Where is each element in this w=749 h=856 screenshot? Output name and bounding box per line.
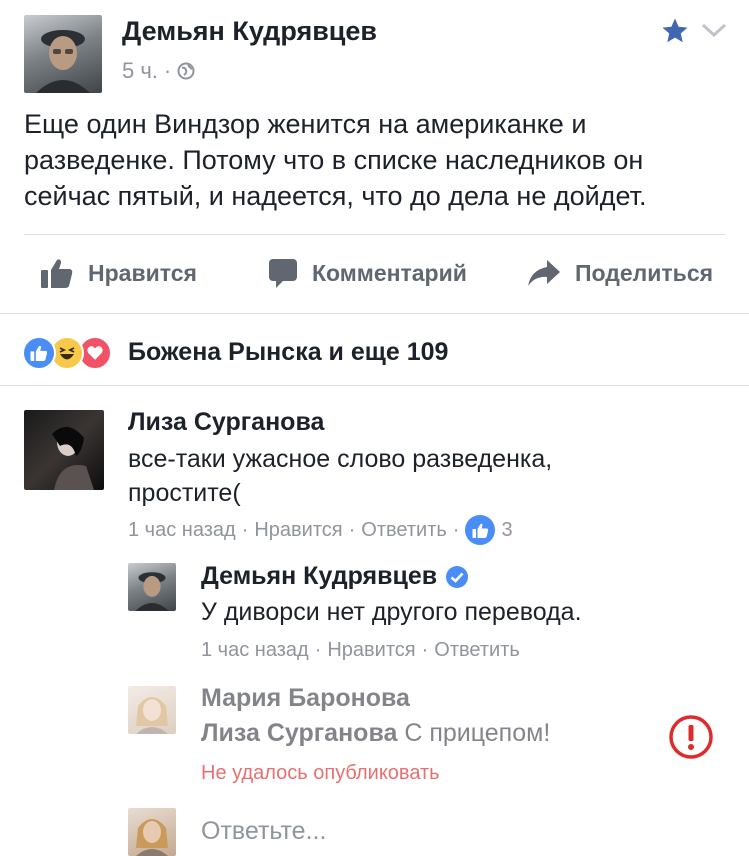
comment-author[interactable]: Лиза Сурганова bbox=[128, 408, 324, 437]
globe-icon bbox=[177, 62, 195, 80]
divider bbox=[24, 234, 725, 235]
post-author-avatar[interactable] bbox=[24, 15, 102, 93]
comment-like-link[interactable]: Нравится bbox=[254, 519, 342, 542]
meta-separator: · bbox=[421, 639, 429, 661]
post-time[interactable]: 5 ч. bbox=[122, 58, 158, 84]
mention-link[interactable]: Лиза Сурганова bbox=[201, 719, 397, 747]
comment-avatar[interactable] bbox=[24, 410, 104, 490]
meta-separator: · bbox=[163, 58, 172, 83]
post-text: Еще один Виндзор женится на американке и… bbox=[24, 109, 647, 211]
failed-reply-text: Лиза Сурганова С прицепом! bbox=[201, 716, 550, 750]
post-meta: 5 ч. · bbox=[122, 58, 195, 84]
comment-reply-link[interactable]: Ответить bbox=[361, 519, 447, 542]
reply-author-row: Демьян Кудрявцев bbox=[201, 562, 469, 591]
comment-text-line: простите( bbox=[128, 479, 241, 507]
reply-author[interactable]: Демьян Кудрявцев bbox=[201, 562, 437, 591]
reply-text: У диворси нет другого перевода. bbox=[201, 598, 582, 626]
star-icon[interactable] bbox=[660, 16, 690, 51]
divider bbox=[0, 385, 749, 386]
meta-separator: · bbox=[241, 518, 249, 541]
like-reaction-icon bbox=[22, 336, 56, 370]
share-label: Поделиться bbox=[575, 259, 714, 286]
failed-reply-message: С прицепом! bbox=[397, 719, 551, 747]
publish-error-text: Не удалось опубликовать bbox=[201, 762, 440, 784]
divider bbox=[0, 313, 749, 314]
failed-reply-avatar[interactable] bbox=[128, 686, 176, 734]
comment-time[interactable]: 1 час назад bbox=[128, 519, 236, 542]
share-arrow-icon bbox=[527, 258, 561, 288]
comment-icon bbox=[268, 257, 298, 289]
reply-like-link[interactable]: Нравится bbox=[327, 639, 415, 662]
meta-separator: · bbox=[452, 518, 460, 541]
error-alert-icon[interactable] bbox=[668, 714, 714, 765]
comment-text: все-таки ужасное слово разведенка, прост… bbox=[128, 442, 688, 510]
comment-meta: 1 час назад · Нравится · Ответить · 3 bbox=[128, 515, 513, 545]
reply-time[interactable]: 1 час назад bbox=[201, 639, 309, 662]
comment-label: Комментарий bbox=[312, 259, 467, 286]
chevron-down-icon[interactable] bbox=[700, 20, 728, 45]
like-count[interactable]: 3 bbox=[501, 519, 512, 542]
like-button[interactable]: Нравится bbox=[40, 254, 197, 292]
composer-avatar bbox=[128, 808, 176, 856]
post-author-name[interactable]: Демьян Кудрявцев bbox=[122, 16, 377, 47]
reply-avatar[interactable] bbox=[128, 563, 176, 611]
reply-reply-link[interactable]: Ответить bbox=[434, 639, 520, 662]
failed-reply-author[interactable]: Мария Баронова bbox=[201, 684, 410, 713]
verified-badge-icon bbox=[445, 565, 469, 589]
reactions-icons[interactable] bbox=[22, 336, 112, 370]
reactions-summary[interactable]: Божена Рынска и еще 109 bbox=[128, 338, 448, 367]
meta-separator: · bbox=[314, 639, 322, 661]
meta-separator: · bbox=[348, 518, 356, 541]
like-label: Нравится bbox=[88, 259, 197, 286]
like-count-icon[interactable] bbox=[465, 515, 496, 545]
comment-button[interactable]: Комментарий bbox=[268, 254, 467, 292]
share-button[interactable]: Поделиться bbox=[527, 254, 713, 292]
comment-text-line: все-таки ужасное слово разведенка, bbox=[128, 445, 553, 473]
reply-meta: 1 час назад · Нравится · Ответить bbox=[201, 639, 520, 662]
thumbs-up-icon bbox=[40, 257, 74, 289]
reply-input[interactable]: Ответьте... bbox=[201, 817, 721, 846]
